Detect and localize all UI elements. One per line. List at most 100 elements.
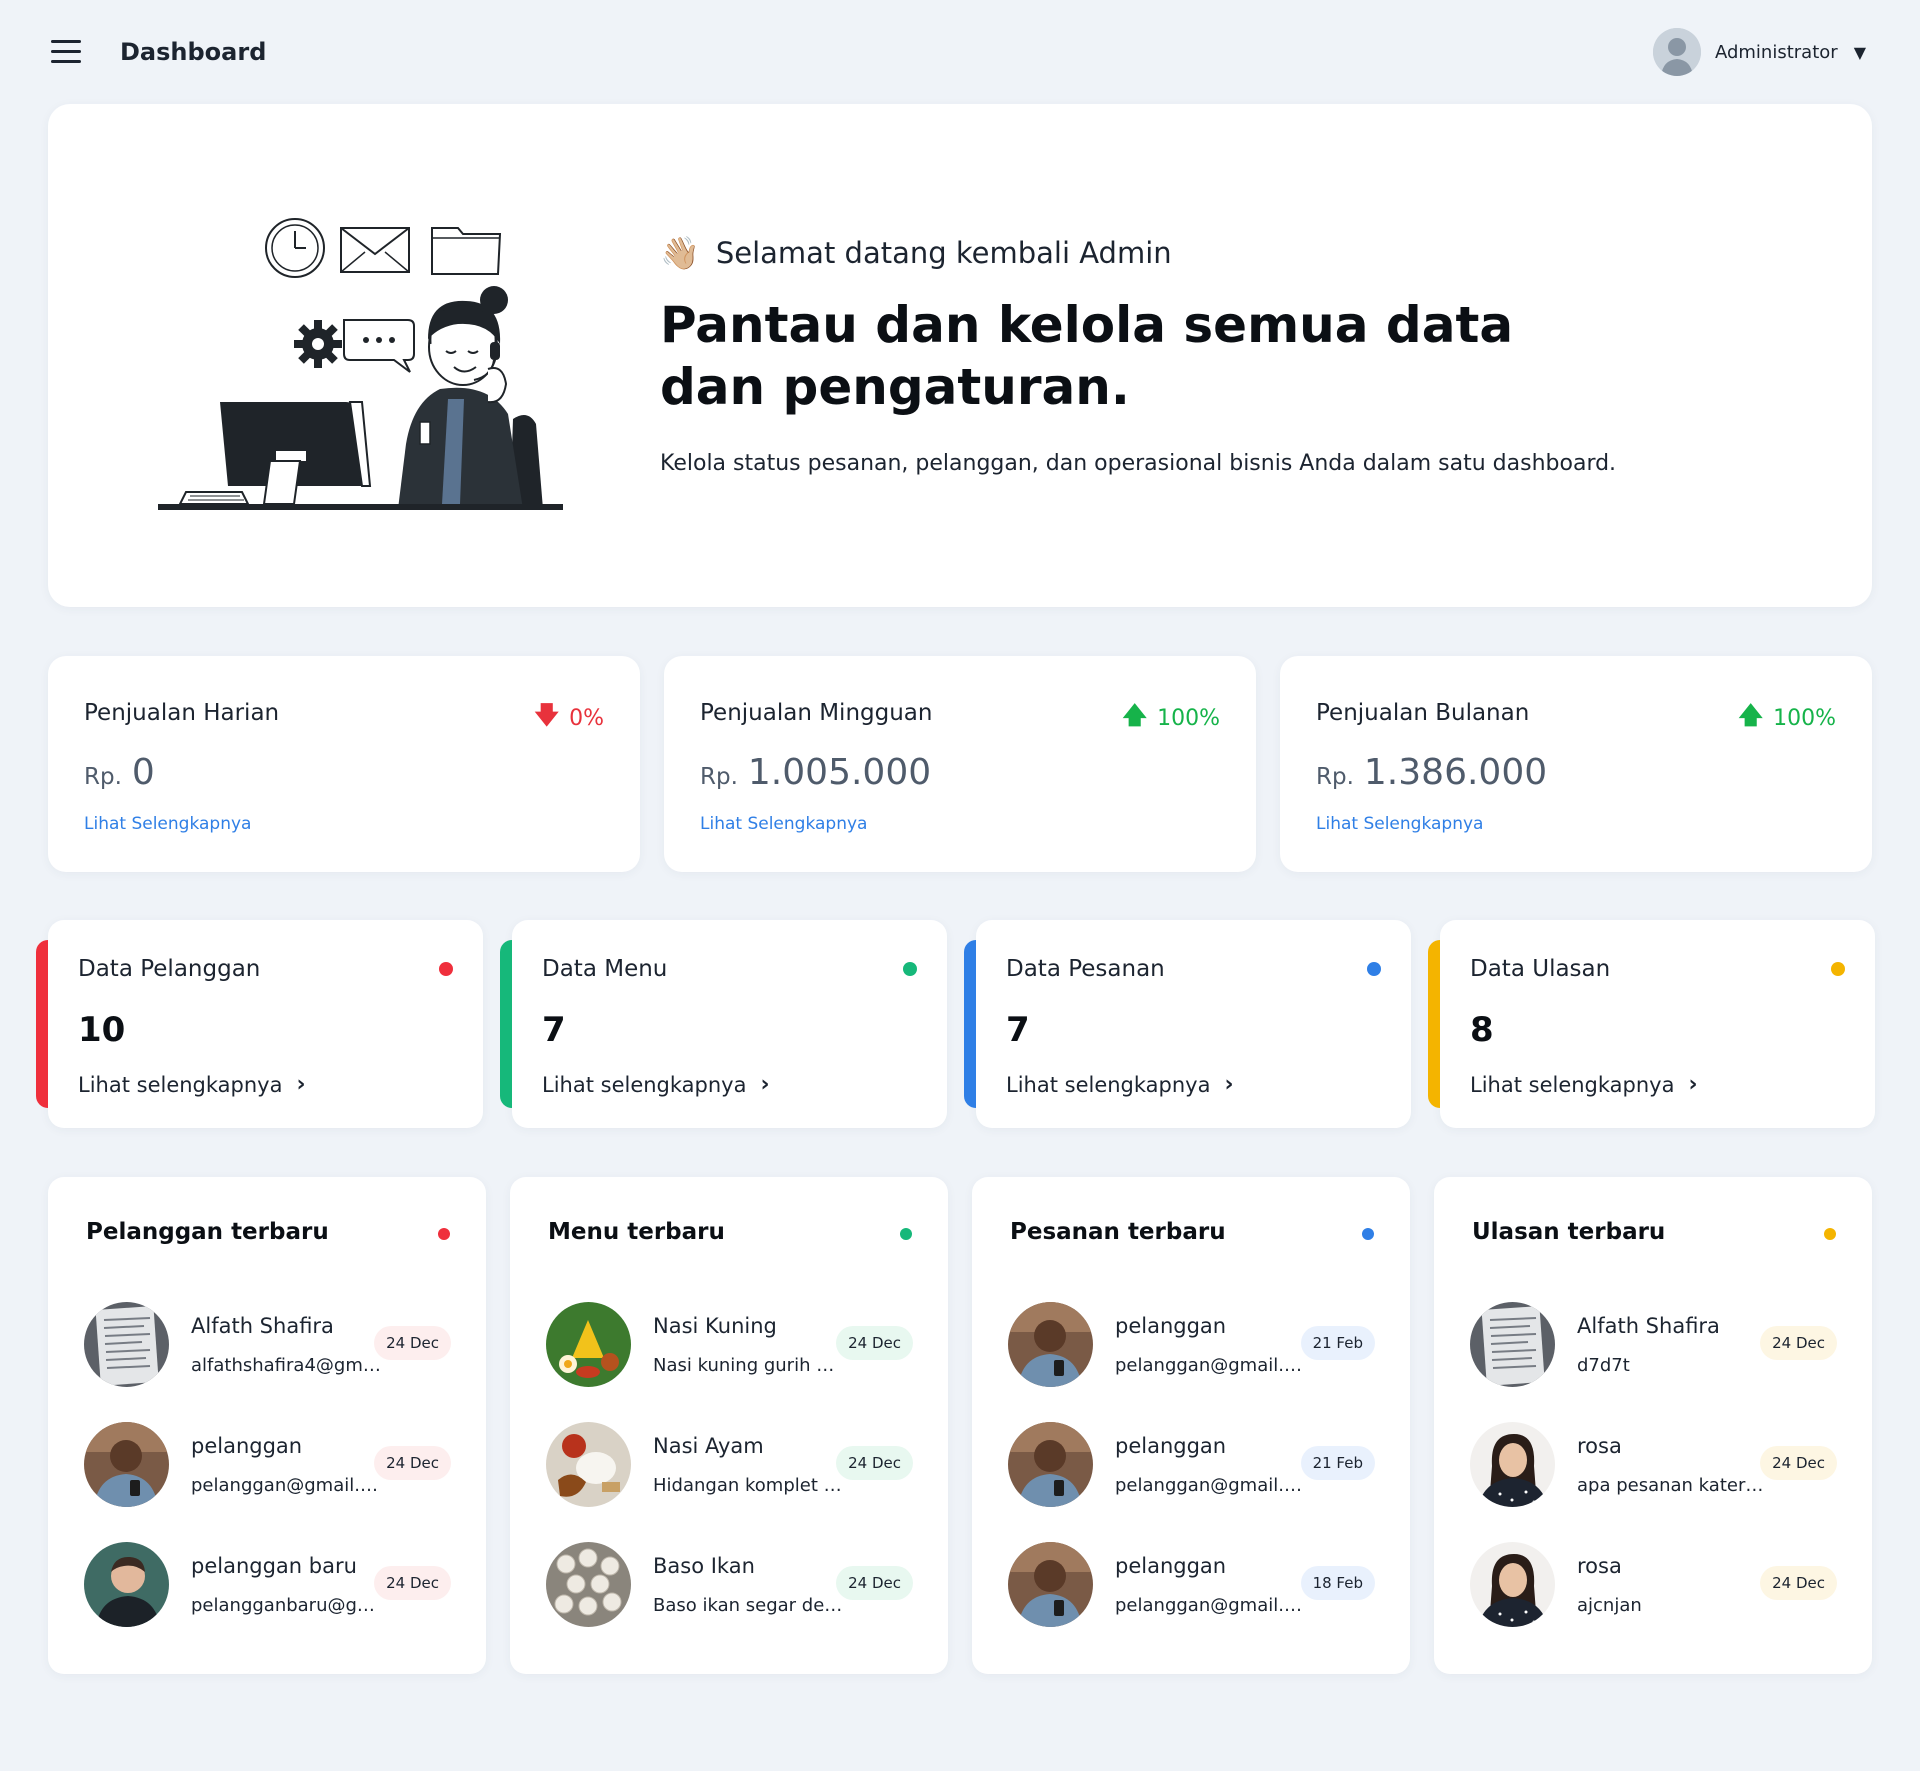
stat-count: 7 xyxy=(1006,1010,1030,1050)
welcome-hero: 👋🏼 Selamat datang kembali Admin Pantau d… xyxy=(48,104,1872,607)
item-name: Nasi Kuning xyxy=(653,1314,777,1338)
stat-count: 8 xyxy=(1470,1010,1494,1050)
currency-label: Rp. xyxy=(700,764,738,790)
man-phone-photo xyxy=(84,1422,169,1507)
stat-title: Data Pelanggan xyxy=(78,956,261,982)
receipt-photo xyxy=(1470,1302,1555,1387)
sales-card-daily: Penjualan Harian 🡇 0% Rp. 0 Lihat Seleng… xyxy=(48,656,640,872)
date-badge: 21 Feb xyxy=(1300,1326,1375,1360)
nasi-ayam-photo xyxy=(546,1422,631,1507)
page-title: Dashboard xyxy=(120,38,267,66)
list-item[interactable]: pelanggan baru pelangganbaru@gmail.com 2… xyxy=(84,1542,469,1632)
man-phone-photo xyxy=(1008,1422,1093,1507)
see-more-link[interactable]: Lihat selengkapnya › xyxy=(1006,1072,1234,1097)
accent-bar xyxy=(500,940,512,1108)
woman-smile-photo xyxy=(1470,1422,1555,1507)
list-item[interactable]: Nasi Kuning Nasi kuning gurih ya... 24 D… xyxy=(546,1302,931,1392)
status-dot xyxy=(900,1228,912,1240)
sales-amount: Rp. 1.005.000 xyxy=(700,752,931,793)
top-bar: Dashboard Administrator ▼ xyxy=(0,0,1920,104)
item-subtitle: apa pesanan katering... xyxy=(1577,1475,1767,1496)
list-item[interactable]: rosa ajcnjan 24 Dec xyxy=(1470,1542,1855,1632)
see-more-label: Lihat selengkapnya xyxy=(542,1072,747,1097)
item-subtitle: pelanggan@gmail.com xyxy=(1115,1595,1305,1616)
see-more-link[interactable]: Lihat selengkapnya › xyxy=(1470,1072,1698,1097)
date-badge: 18 Feb xyxy=(1300,1566,1375,1600)
date-badge: 24 Dec xyxy=(1760,1326,1837,1360)
trend-value: 100% xyxy=(1773,706,1836,731)
list-item[interactable]: Nasi Ayam Hidangan komplet be... 24 Dec xyxy=(546,1422,931,1512)
accent-bar xyxy=(1428,940,1440,1108)
item-name: pelanggan xyxy=(1115,1434,1227,1458)
receipt-photo xyxy=(84,1302,169,1387)
item-name: pelanggan baru xyxy=(191,1554,357,1578)
list-item[interactable]: pelanggan pelanggan@gmail.com 21 Feb xyxy=(1008,1422,1393,1512)
hero-subtitle: Kelola status pesanan, pelanggan, dan op… xyxy=(660,451,1617,476)
baso-ikan-photo xyxy=(546,1542,631,1627)
status-dot xyxy=(903,962,917,976)
caret-down-icon[interactable]: ▼ xyxy=(1854,43,1866,62)
card-heading: Menu terbaru xyxy=(548,1219,725,1245)
see-more-link[interactable]: Lihat Selengkapnya xyxy=(84,814,251,834)
sales-value: 0 xyxy=(131,752,155,793)
stat-card-reviews: Data Ulasan 8 Lihat selengkapnya › xyxy=(1428,920,1875,1128)
item-name: pelanggan xyxy=(1115,1554,1227,1578)
arrow-down-icon: 🡇 xyxy=(534,701,560,729)
currency-label: Rp. xyxy=(84,764,122,790)
sales-value: 1.005.000 xyxy=(747,752,932,793)
accent-bar xyxy=(36,940,48,1108)
sales-card-weekly: Penjualan Mingguan 🡅 100% Rp. 1.005.000 … xyxy=(664,656,1256,872)
card-heading: Pesanan terbaru xyxy=(1010,1219,1226,1245)
see-more-link[interactable]: Lihat selengkapnya › xyxy=(78,1072,306,1097)
item-name: Alfath Shafira xyxy=(1577,1314,1720,1338)
list-item[interactable]: pelanggan pelanggan@gmail.com 24 Dec xyxy=(84,1422,469,1512)
stat-title: Data Pesanan xyxy=(1006,956,1165,982)
menu-icon[interactable] xyxy=(51,40,81,64)
currency-label: Rp. xyxy=(1316,764,1354,790)
stat-card-customers: Data Pelanggan 10 Lihat selengkapnya › xyxy=(36,920,483,1128)
see-more-link[interactable]: Lihat selengkapnya › xyxy=(542,1072,770,1097)
list-item[interactable]: Alfath Shafira d7d7t 24 Dec xyxy=(1470,1302,1855,1392)
status-dot xyxy=(438,1228,450,1240)
trend-indicator: 🡇 0% xyxy=(534,698,604,739)
hero-headline: Pantau dan kelola semua data dan pengatu… xyxy=(660,296,1514,416)
user-name: Administrator xyxy=(1714,41,1838,63)
status-dot xyxy=(1831,962,1845,976)
trend-indicator: 🡅 100% xyxy=(1122,698,1220,739)
sales-amount: Rp. 1.386.000 xyxy=(1316,752,1547,793)
stat-count: 7 xyxy=(542,1010,566,1050)
item-subtitle: pelanggan@gmail.com xyxy=(1115,1355,1305,1376)
item-subtitle: Nasi kuning gurih ya... xyxy=(653,1355,843,1376)
status-dot xyxy=(1367,962,1381,976)
status-dot xyxy=(1824,1228,1836,1240)
user-menu[interactable]: Administrator ▼ xyxy=(1652,27,1866,77)
sales-card-monthly: Penjualan Bulanan 🡅 100% Rp. 1.386.000 L… xyxy=(1280,656,1872,872)
list-item[interactable]: Alfath Shafira alfathshafira4@gmail.com … xyxy=(84,1302,469,1392)
item-subtitle: Baso ikan segar deng... xyxy=(653,1595,843,1616)
see-more-link[interactable]: Lihat Selengkapnya xyxy=(1316,814,1483,834)
list-item[interactable]: pelanggan pelanggan@gmail.com 21 Feb xyxy=(1008,1302,1393,1392)
chevron-right-icon: › xyxy=(760,1072,770,1097)
arrow-up-icon: 🡅 xyxy=(1738,701,1764,729)
item-name: Baso Ikan xyxy=(653,1554,755,1578)
recent-reviews-card: Ulasan terbaru Alfath Shafira d7d7t 24 D… xyxy=(1434,1177,1872,1674)
chevron-right-icon: › xyxy=(296,1072,306,1097)
date-badge: 24 Dec xyxy=(836,1446,913,1480)
man-phone-photo xyxy=(1008,1542,1093,1627)
recent-orders-card: Pesanan terbaru pelanggan pelanggan@gmai… xyxy=(972,1177,1410,1674)
waving-hand-icon: 👋🏼 xyxy=(660,234,700,272)
item-name: Nasi Ayam xyxy=(653,1434,764,1458)
list-item[interactable]: Baso Ikan Baso ikan segar deng... 24 Dec xyxy=(546,1542,931,1632)
avatar xyxy=(1652,28,1701,76)
sales-card-title: Penjualan Mingguan xyxy=(700,700,933,726)
see-more-link[interactable]: Lihat Selengkapnya xyxy=(700,814,867,834)
date-badge: 24 Dec xyxy=(1760,1566,1837,1600)
list-item[interactable]: pelanggan pelanggan@gmail.com 18 Feb xyxy=(1008,1542,1393,1632)
stat-title: Data Menu xyxy=(542,956,668,982)
list-item[interactable]: rosa apa pesanan katering... 24 Dec xyxy=(1470,1422,1855,1512)
status-dot xyxy=(439,962,453,976)
date-badge: 24 Dec xyxy=(836,1566,913,1600)
sales-value: 1.386.000 xyxy=(1363,752,1548,793)
man-portrait-photo xyxy=(84,1542,169,1627)
item-subtitle: ajcnjan xyxy=(1577,1595,1642,1616)
